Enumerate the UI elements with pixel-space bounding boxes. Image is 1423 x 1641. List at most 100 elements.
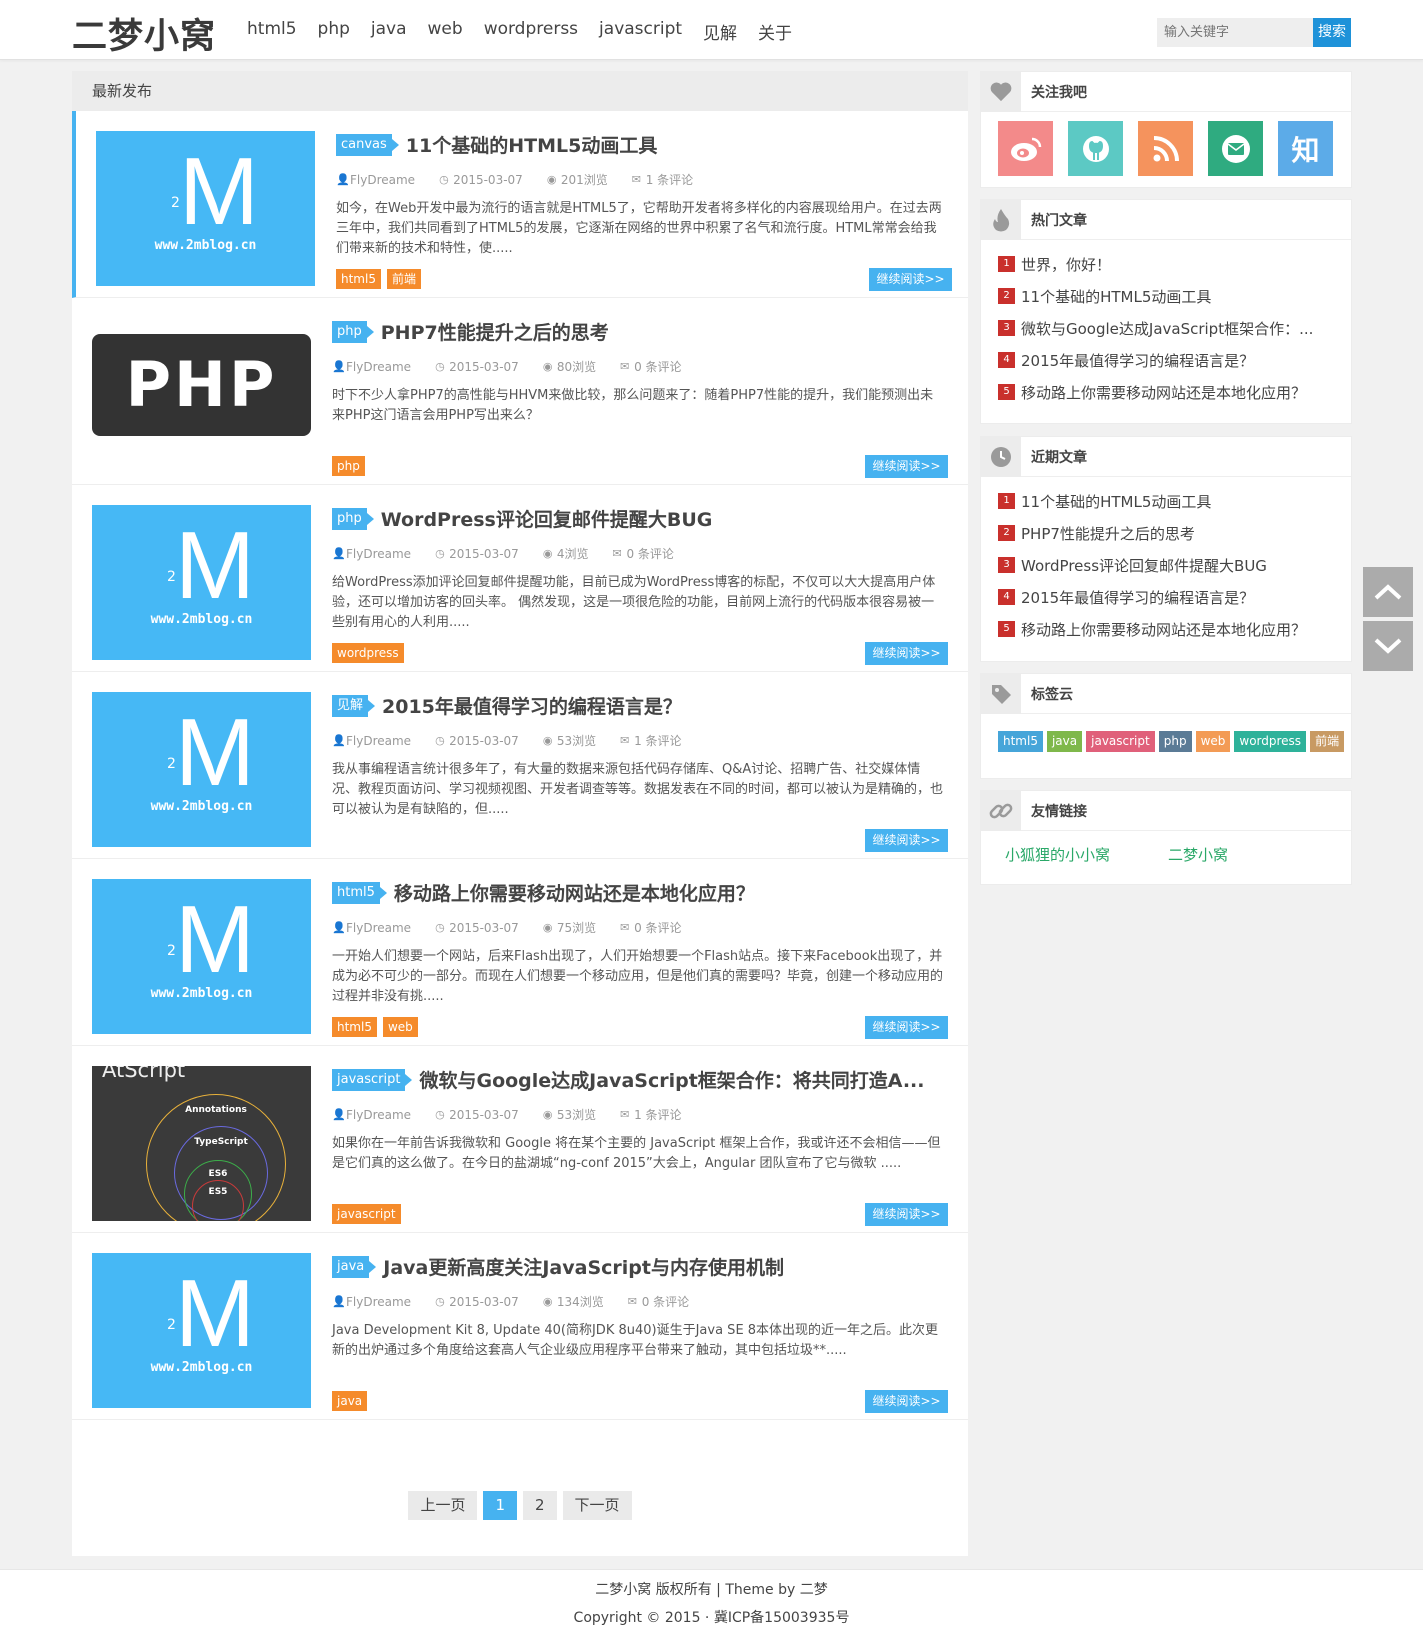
- post-category[interactable]: java: [332, 1255, 377, 1278]
- nav-item[interactable]: javascript: [599, 19, 682, 44]
- post-title[interactable]: 11个基础的HTML5动画工具: [406, 131, 658, 158]
- sidebar-list-item[interactable]: 2 11个基础的HTML5动画工具: [998, 280, 1351, 312]
- tagcloud-item[interactable]: php: [1158, 731, 1192, 752]
- clock-icon: ◷: [435, 546, 445, 560]
- post-thumbnail[interactable]: M 2 www.2mblog.cn: [92, 879, 311, 1034]
- nav-item[interactable]: 见解: [703, 19, 737, 44]
- prev-page-button[interactable]: 上一页: [408, 1491, 478, 1520]
- sidebar-list-item[interactable]: 4 2015年最值得学习的编程语言是？: [998, 581, 1351, 613]
- post-tag[interactable]: html5: [336, 269, 381, 289]
- post-tag[interactable]: 前端: [386, 269, 421, 289]
- post-thumbnail[interactable]: M 2 www.2mblog.cn: [92, 1253, 311, 1408]
- mail-icon[interactable]: [1208, 121, 1263, 176]
- post-thumbnail[interactable]: PHP: [92, 318, 311, 473]
- thumb-site-url: www.2mblog.cn: [150, 1360, 253, 1375]
- nav-item[interactable]: php: [318, 19, 350, 44]
- rss-icon[interactable]: [1138, 121, 1193, 176]
- post-category[interactable]: javascript: [332, 1068, 413, 1091]
- friend-links: 小狐狸的小小窝 二梦小窝: [981, 831, 1351, 865]
- sidebar-list-item[interactable]: 3 微软与Google达成JavaScript框架合作：...: [998, 312, 1351, 344]
- tagcloud-item[interactable]: 前端: [1310, 731, 1345, 752]
- post-title[interactable]: WordPress评论回复邮件提醒大BUG: [381, 505, 713, 532]
- sidebar-list-item-label[interactable]: 11个基础的HTML5动画工具: [1021, 491, 1211, 512]
- next-page-button[interactable]: 下一页: [562, 1491, 632, 1520]
- post-title[interactable]: Java更新高度关注JavaScript与内存使用机制: [383, 1253, 784, 1280]
- read-more-button[interactable]: 继续阅读>>: [865, 455, 948, 478]
- post-tag[interactable]: java: [332, 1391, 368, 1411]
- tagcloud-item[interactable]: java: [1046, 731, 1083, 752]
- post-tag[interactable]: html5: [332, 1017, 377, 1037]
- sidebar-list-item-label[interactable]: 移动路上你需要移动网站还是本地化应用？: [1021, 382, 1306, 403]
- sidebar-list-item[interactable]: 1 世界，你好！: [998, 248, 1351, 280]
- post-excerpt: 如今，在Web开发中最为流行的语言就是HTML5了，它帮助开发者将多样化的内容展…: [336, 201, 942, 256]
- post-thumbnail[interactable]: M 2 www.2mblog.cn: [92, 692, 311, 847]
- search-button[interactable]: 搜索: [1313, 18, 1351, 47]
- thumb-logo-letter: M: [175, 699, 255, 806]
- post-thumbnail[interactable]: AtScript Annotations TypeScript ES6 ES5: [92, 1066, 311, 1221]
- sidebar-list-item-label[interactable]: 移动路上你需要移动网站还是本地化应用？: [1021, 619, 1306, 640]
- post-meta-author-text: FlyDreame: [346, 920, 412, 935]
- nav-item[interactable]: 关于: [758, 19, 792, 44]
- read-more-button[interactable]: 继续阅读>>: [865, 642, 948, 665]
- read-more-button[interactable]: 继续阅读>>: [865, 829, 948, 852]
- post-tag[interactable]: web: [382, 1017, 418, 1037]
- post-category[interactable]: canvas: [336, 133, 399, 156]
- search-input[interactable]: [1157, 18, 1313, 47]
- scroll-bottom-button[interactable]: [1363, 621, 1413, 671]
- post-title[interactable]: 微软与Google达成JavaScript框架合作：将共同打造A...: [419, 1066, 924, 1093]
- post-title[interactable]: PHP7性能提升之后的思考: [381, 318, 609, 345]
- scroll-top-button[interactable]: [1363, 567, 1413, 617]
- tagcloud-item[interactable]: wordpress: [1234, 731, 1307, 752]
- thumb-site-url: www.2mblog.cn: [150, 986, 253, 1001]
- post-meta-date: ◷ 2015-03-07: [435, 732, 519, 749]
- site-logo[interactable]: 二梦小窝: [72, 8, 216, 59]
- post-meta: 👤 FlyDreame ◷ 2015-03-07 ◉ 53浏览 ✉ 1 条评论: [332, 732, 706, 749]
- sidebar-list-item-label[interactable]: 微软与Google达成JavaScript框架合作：...: [1021, 318, 1313, 339]
- sidebar-list-item[interactable]: 2 PHP7性能提升之后的思考: [998, 517, 1351, 549]
- sidebar-list-item-label[interactable]: PHP7性能提升之后的思考: [1021, 523, 1195, 544]
- post-category[interactable]: php: [332, 507, 374, 530]
- weibo-icon[interactable]: [998, 121, 1053, 176]
- post-category[interactable]: php: [332, 320, 374, 343]
- page-number[interactable]: 2: [523, 1491, 557, 1520]
- sidebar-list-item[interactable]: 5 移动路上你需要移动网站还是本地化应用？: [998, 376, 1351, 408]
- sidebar-list-item[interactable]: 5 移动路上你需要移动网站还是本地化应用？: [998, 613, 1351, 645]
- eye-icon: ◉: [542, 546, 553, 560]
- sidebar-list-item[interactable]: 1 11个基础的HTML5动画工具: [998, 485, 1351, 517]
- post-tag[interactable]: wordpress: [332, 643, 404, 663]
- friend-link[interactable]: 二梦小窝: [1168, 844, 1228, 865]
- page-number[interactable]: 1: [483, 1491, 517, 1520]
- zhihu-icon[interactable]: 知: [1278, 121, 1333, 176]
- friend-link[interactable]: 小狐狸的小小窝: [1005, 844, 1110, 865]
- post-title[interactable]: 2015年最值得学习的编程语言是？: [382, 692, 682, 719]
- nav-item[interactable]: java: [371, 19, 407, 44]
- tagcloud-item[interactable]: web: [1195, 731, 1231, 752]
- sidebar-list-item-label[interactable]: 2015年最值得学习的编程语言是？: [1021, 587, 1254, 608]
- read-more-button[interactable]: 继续阅读>>: [865, 1203, 948, 1226]
- post-category[interactable]: html5: [332, 881, 387, 904]
- sidebar-list-item-label[interactable]: 11个基础的HTML5动画工具: [1021, 286, 1211, 307]
- read-more-button[interactable]: 继续阅读>>: [865, 1390, 948, 1413]
- sidebar-list-item[interactable]: 4 2015年最值得学习的编程语言是？: [998, 344, 1351, 376]
- post-thumbnail[interactable]: M 2 www.2mblog.cn: [96, 131, 315, 286]
- nav-item[interactable]: web: [428, 19, 463, 44]
- post-tag[interactable]: php: [332, 456, 365, 476]
- tagcloud-item[interactable]: html5: [998, 731, 1043, 752]
- post-title[interactable]: 移动路上你需要移动网站还是本地化应用？: [394, 879, 755, 906]
- read-more-button[interactable]: 继续阅读>>: [869, 268, 952, 291]
- sidebar-list-item[interactable]: 3 WordPress评论回复邮件提醒大BUG: [998, 549, 1351, 581]
- sidebar-list-item-label[interactable]: 2015年最值得学习的编程语言是？: [1021, 350, 1254, 371]
- tagcloud-item[interactable]: javascript: [1086, 731, 1155, 752]
- read-more-button[interactable]: 继续阅读>>: [865, 1016, 948, 1039]
- nav-item[interactable]: wordprerss: [484, 19, 578, 44]
- post-category[interactable]: 见解: [332, 694, 376, 717]
- sidebar-list-item-label[interactable]: WordPress评论回复邮件提醒大BUG: [1021, 555, 1267, 576]
- github-icon[interactable]: [1068, 121, 1123, 176]
- post-item: M 2 www.2mblog.cn php WordPress评论回复邮件提醒大BUG 👤…: [72, 485, 968, 672]
- comment-icon: ✉: [620, 1107, 630, 1121]
- sidebar-list-item-label[interactable]: 世界，你好！: [1021, 254, 1111, 275]
- post-thumbnail[interactable]: M 2 www.2mblog.cn: [92, 505, 311, 660]
- tag-icon: [981, 673, 1021, 714]
- post-tag[interactable]: javascript: [332, 1204, 401, 1224]
- nav-item[interactable]: html5: [247, 19, 297, 44]
